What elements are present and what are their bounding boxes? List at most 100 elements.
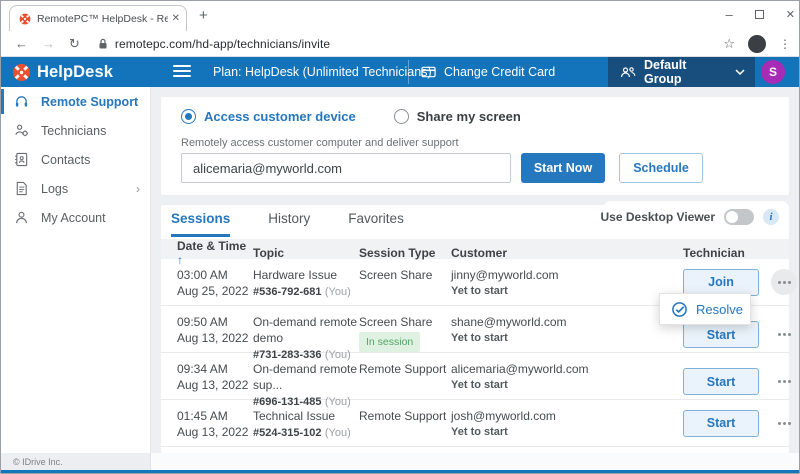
session-status: Yet to start	[451, 377, 683, 393]
chevron-down-icon	[735, 69, 745, 75]
tab-history[interactable]: History	[268, 211, 310, 237]
viewer-toggle-label: Use Desktop Viewer	[601, 210, 716, 224]
session-type: Remote Support	[359, 361, 451, 377]
session-topic: Hardware Issue	[253, 267, 359, 283]
session-time: 01:45 AM	[177, 408, 253, 424]
row-more-icon[interactable]	[771, 322, 797, 348]
favicon-lifebuoy-icon	[19, 13, 31, 25]
session-topic: Technical Issue	[253, 408, 359, 424]
resolve-menu-item[interactable]: Resolve	[696, 302, 743, 317]
address-url[interactable]: remotepc.com/hd-app/technicians/invite	[115, 37, 330, 51]
sidebar-item-technicians[interactable]: Technicians	[1, 116, 150, 145]
start-button[interactable]: Start	[683, 410, 759, 437]
brand-name: HelpDesk	[37, 63, 113, 82]
tab-favorites[interactable]: Favorites	[348, 211, 404, 237]
browser-tab[interactable]: RemotePC™ HelpDesk - Remote ✕	[9, 5, 187, 31]
bookmark-star-icon[interactable]: ☆	[723, 36, 735, 52]
sidebar-item-label: Technicians	[41, 124, 106, 138]
radio-access-customer-device[interactable]	[181, 109, 196, 124]
sidebar-item-remote-support[interactable]: Remote Support	[1, 87, 150, 116]
back-icon[interactable]: ←	[15, 36, 28, 51]
session-customer: jinny@myworld.com	[451, 267, 683, 283]
sidebar-item-logs[interactable]: Logs ›	[1, 174, 150, 203]
session-customer: josh@myworld.com	[451, 408, 683, 424]
session-status: Yet to start	[451, 283, 683, 299]
technician-icon	[14, 123, 29, 138]
browser-menu-icon[interactable]: ⋮	[779, 37, 791, 51]
bottom-accent-bar	[1, 470, 800, 473]
copyright-footer: © IDrive Inc.	[1, 453, 151, 470]
brand-logo[interactable]: HelpDesk	[12, 57, 113, 87]
user-avatar[interactable]: S	[761, 60, 785, 84]
group-icon	[620, 66, 636, 79]
table-body: 03:00 AMAug 25, 2022 Hardware Issue#536-…	[161, 259, 789, 447]
session-topic: On-demand remote demo	[253, 314, 359, 346]
header-divider	[408, 60, 409, 84]
toggle-knob	[726, 211, 738, 223]
info-icon[interactable]: i	[763, 209, 779, 225]
session-type: Screen Share	[359, 314, 451, 330]
lock-icon	[98, 38, 108, 50]
sidebar-item-label: My Account	[41, 211, 106, 225]
app-header: HelpDesk Plan: HelpDesk (Unlimited Techn…	[1, 57, 800, 87]
tab-sessions[interactable]: Sessions	[171, 211, 230, 237]
footer-strip	[151, 453, 800, 470]
helper-text: Remotely access customer computer and de…	[181, 137, 459, 149]
session-status: Yet to start	[451, 330, 683, 346]
session-time: 09:34 AM	[177, 361, 253, 377]
start-button[interactable]: Start	[683, 321, 759, 348]
session-owner: (You)	[325, 427, 351, 439]
row-more-icon[interactable]	[771, 410, 797, 436]
contacts-icon	[14, 152, 29, 167]
maximize-icon[interactable]	[755, 10, 764, 19]
row-more-icon[interactable]	[771, 269, 797, 295]
desktop-viewer-toggle[interactable]	[724, 209, 754, 225]
forward-icon[interactable]: →	[42, 36, 55, 51]
session-owner: (You)	[325, 286, 351, 298]
session-id: #524-315-102	[253, 427, 322, 439]
session-time: 09:50 AM	[177, 314, 253, 330]
radio-share-my-screen[interactable]	[394, 109, 409, 124]
sessions-card: Sessions History Favorites Use Desktop V…	[161, 205, 789, 453]
radio-share-label[interactable]: Share my screen	[417, 109, 521, 124]
start-now-button[interactable]: Start Now	[521, 153, 605, 183]
minimize-icon[interactable]: –	[726, 7, 733, 22]
session-date: Aug 13, 2022	[177, 330, 253, 346]
row-more-icon[interactable]	[771, 369, 797, 395]
sidebar-item-contacts[interactable]: Contacts	[1, 145, 150, 174]
reload-icon[interactable]: ↻	[69, 36, 80, 52]
session-topic: On-demand remote sup...	[253, 361, 359, 393]
table-header: Date & Time ↑ Topic Session Type Custome…	[161, 239, 789, 259]
session-tabs: Sessions History Favorites	[171, 211, 404, 237]
radio-access-label[interactable]: Access customer device	[204, 109, 356, 124]
plan-label: Plan: HelpDesk (Unlimited Technicians)	[213, 57, 432, 87]
session-date: Aug 13, 2022	[177, 424, 253, 440]
browser-window: RemotePC™ HelpDesk - Remote ✕ + – ✕ ← → …	[0, 0, 800, 474]
sidebar: Remote Support Technicians Contacts Logs…	[1, 87, 151, 453]
window-controls: – ✕	[726, 1, 795, 27]
start-button[interactable]: Start	[683, 368, 759, 395]
session-time: 03:00 AM	[177, 267, 253, 283]
session-customer: shane@myworld.com	[451, 314, 683, 330]
urlbar-actions: ☆ ⋮	[723, 35, 791, 53]
close-icon[interactable]: ✕	[786, 8, 795, 21]
sidebar-item-label: Contacts	[41, 153, 90, 167]
customer-email-input[interactable]	[181, 153, 511, 183]
change-credit-card-label: Change Credit Card	[444, 65, 555, 79]
headset-icon	[14, 94, 29, 109]
group-name: Default Group	[644, 58, 727, 86]
tab-close-icon[interactable]: ✕	[172, 13, 180, 24]
change-credit-card-button[interactable]: Change Credit Card	[421, 57, 555, 87]
tab-title: RemotePC™ HelpDesk - Remote	[37, 13, 168, 25]
hamburger-menu-icon[interactable]	[173, 65, 191, 80]
table-row: 01:45 AMAug 13, 2022 Technical Issue #524…	[161, 400, 789, 447]
session-status: Yet to start	[451, 424, 683, 440]
credit-card-icon	[421, 66, 436, 78]
schedule-button[interactable]: Schedule	[619, 153, 703, 183]
sidebar-item-label: Logs	[41, 182, 68, 196]
sidebar-item-my-account[interactable]: My Account	[1, 203, 150, 232]
join-button[interactable]: Join	[683, 269, 759, 296]
browser-profile-avatar[interactable]	[748, 35, 766, 53]
new-tab-button[interactable]: +	[199, 7, 208, 24]
group-selector[interactable]: Default Group	[608, 57, 755, 87]
